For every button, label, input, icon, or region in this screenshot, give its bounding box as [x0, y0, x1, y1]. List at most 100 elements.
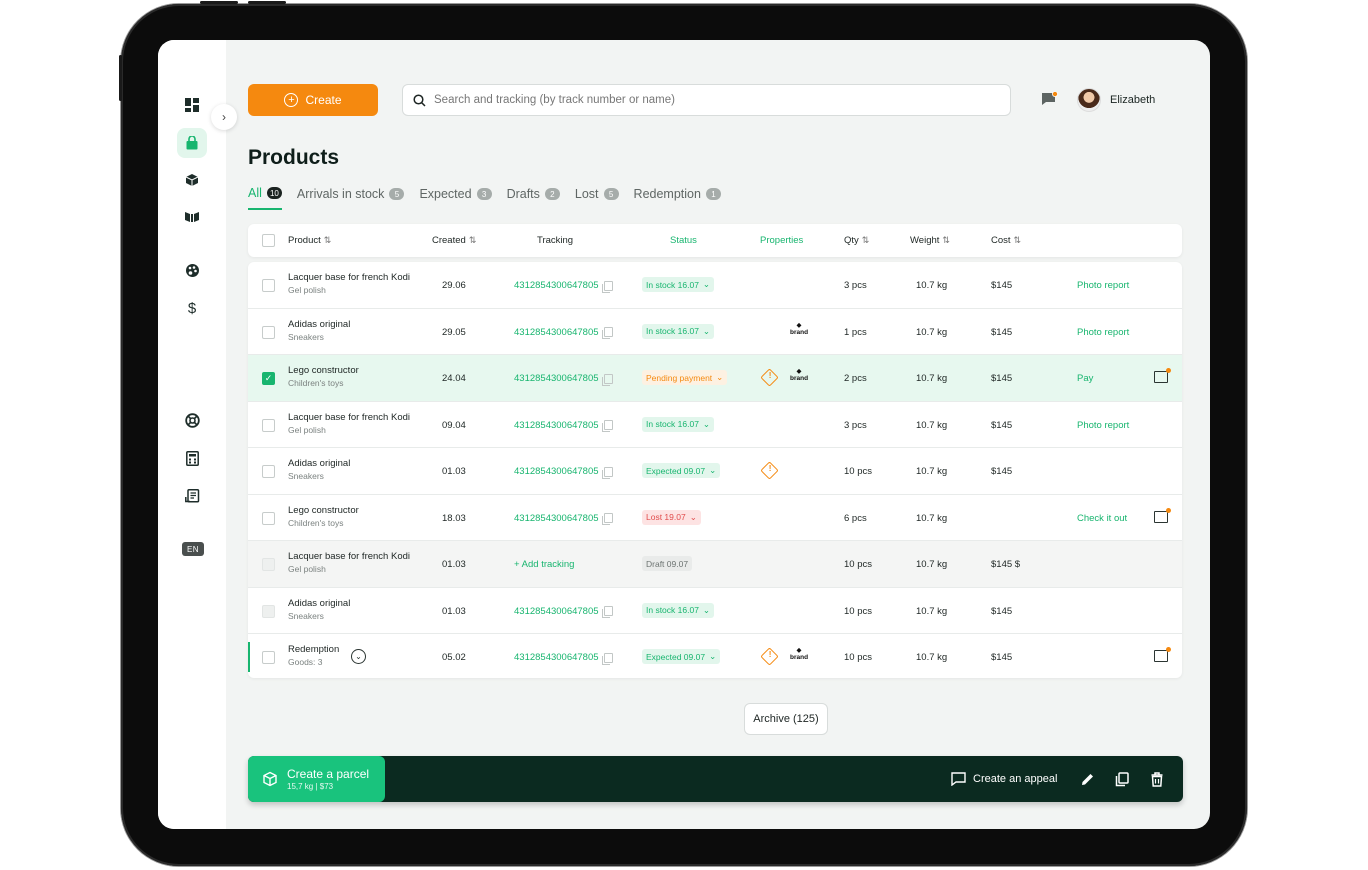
table-row[interactable]: Redemption Goods: 3 ⌄ 05.02 4312854300647…: [248, 634, 1182, 681]
avatar[interactable]: [1077, 88, 1101, 112]
select-all-checkbox[interactable]: [262, 234, 275, 247]
column-created[interactable]: Created ⇅: [432, 235, 476, 246]
row-checkbox[interactable]: [262, 325, 275, 339]
tracking-link[interactable]: 4312854300647805: [514, 280, 599, 291]
documents-icon[interactable]: [180, 484, 204, 508]
warning-icon[interactable]: !: [760, 368, 779, 387]
shopping-bag-icon[interactable]: [177, 128, 207, 158]
column-cost[interactable]: Cost ⇅: [991, 235, 1021, 246]
copy-icon[interactable]: [601, 420, 613, 432]
row-checkbox[interactable]: [262, 279, 275, 292]
tab-drafts[interactable]: Drafts 2: [507, 186, 560, 210]
status-badge[interactable]: Pending payment ⌄: [642, 370, 728, 385]
product-name[interactable]: Lacquer base for french Kodi Gel polish: [288, 272, 410, 296]
column-properties[interactable]: Properties: [760, 235, 803, 246]
row-checkbox[interactable]: ✓: [262, 372, 275, 385]
status-badge[interactable]: In stock 16.07 ⌄: [642, 323, 715, 339]
row-action-link[interactable]: Check it out: [1077, 513, 1127, 524]
status-badge[interactable]: Expected 09.07 ⌄: [642, 463, 721, 478]
dollar-icon[interactable]: $: [180, 296, 204, 320]
product-name[interactable]: Lacquer base for french Kodi Gel polish: [288, 412, 410, 436]
create-appeal-button[interactable]: Create an appeal: [951, 756, 1057, 802]
column-qty[interactable]: Qty ⇅: [844, 235, 869, 246]
dashboard-icon[interactable]: [180, 93, 204, 117]
chat-icon[interactable]: [1154, 647, 1171, 662]
tab-all[interactable]: All 10: [248, 186, 282, 210]
tracking-link[interactable]: 4312854300647805: [514, 652, 599, 663]
table-row[interactable]: Lacquer base for french Kodi Gel polish 2…: [248, 262, 1182, 309]
row-action-link[interactable]: Photo report: [1077, 327, 1129, 338]
column-status[interactable]: Status: [670, 235, 697, 246]
tracking-link[interactable]: 4312854300647805: [514, 327, 599, 338]
tab-expected[interactable]: Expected 3: [419, 186, 492, 210]
table-row[interactable]: Lacquer base for french Kodi Gel polish 0…: [248, 402, 1182, 448]
table-row[interactable]: Adidas original Sneakers 29.05 4312854300…: [248, 309, 1182, 355]
row-action-link[interactable]: Photo report: [1077, 280, 1129, 291]
add-tracking-label[interactable]: + Add tracking: [514, 559, 574, 570]
chat-icon[interactable]: [1154, 507, 1171, 523]
archive-button[interactable]: Archive (125): [744, 703, 828, 735]
tracking-number[interactable]: 4312854300647805: [514, 280, 613, 293]
column-product[interactable]: Product ⇅: [288, 235, 331, 246]
tracking-link[interactable]: 4312854300647805: [514, 606, 599, 617]
row-checkbox[interactable]: [262, 418, 275, 432]
search-input[interactable]: [434, 94, 994, 106]
table-row[interactable]: Lego constructor Children's toys 18.03 43…: [248, 495, 1182, 541]
calculator-icon[interactable]: [180, 446, 204, 470]
warning-icon[interactable]: !: [760, 461, 779, 480]
table-row[interactable]: Lacquer base for french Kodi Gel polish 0…: [248, 541, 1182, 588]
tab-arrivals-in-stock[interactable]: Arrivals in stock 5: [297, 186, 405, 210]
trash-icon[interactable]: [1151, 756, 1163, 802]
table-row[interactable]: ✓ Lego constructor Children's toys 24.04 …: [248, 355, 1182, 402]
tracking-number[interactable]: 4312854300647805: [514, 420, 613, 432]
copy-icon[interactable]: [601, 373, 613, 386]
box-icon[interactable]: [180, 168, 204, 192]
product-name[interactable]: Adidas original Sneakers: [288, 598, 350, 622]
row-action-link[interactable]: Photo report: [1077, 420, 1129, 431]
product-name[interactable]: Adidas original Sneakers: [288, 319, 350, 343]
product-name[interactable]: Lego constructor Children's toys: [288, 505, 359, 529]
parcels-icon[interactable]: [180, 205, 204, 229]
search-bar[interactable]: [402, 84, 1011, 116]
copy-icon[interactable]: [601, 466, 613, 479]
product-name[interactable]: Adidas original Sneakers: [288, 458, 350, 482]
status-badge[interactable]: Expected 09.07 ⌄: [642, 649, 721, 664]
row-checkbox[interactable]: [262, 465, 275, 478]
product-name[interactable]: Lacquer base for french Kodi Gel polish: [288, 551, 410, 575]
tab-lost[interactable]: Lost 5: [575, 186, 619, 210]
tracking-number[interactable]: 4312854300647805: [514, 466, 613, 479]
create-button[interactable]: + Create: [248, 84, 378, 116]
status-badge[interactable]: In stock 16.07 ⌄: [642, 602, 715, 618]
table-row[interactable]: Adidas original Sneakers 01.03 4312854300…: [248, 588, 1182, 634]
tab-redemption[interactable]: Redemption 1: [634, 186, 721, 210]
product-name[interactable]: Redemption Goods: 3: [288, 644, 339, 668]
row-action-link[interactable]: Pay: [1077, 373, 1093, 384]
copy-icon[interactable]: [601, 280, 613, 293]
copy-icon[interactable]: [1115, 756, 1129, 802]
chat-icon[interactable]: [1154, 368, 1171, 383]
tracking-number[interactable]: 4312854300647805: [514, 513, 613, 525]
tracking-link[interactable]: 4312854300647805: [514, 513, 599, 524]
row-checkbox[interactable]: [262, 651, 275, 664]
copy-icon[interactable]: [601, 513, 613, 525]
tracking-number[interactable]: 4312854300647805: [514, 327, 613, 339]
tracking-number[interactable]: 4312854300647805: [514, 606, 613, 618]
copy-icon[interactable]: [601, 652, 613, 665]
user-name[interactable]: Elizabeth: [1110, 94, 1155, 106]
tracking-link[interactable]: 4312854300647805: [514, 466, 599, 477]
add-tracking-link[interactable]: + Add tracking: [514, 559, 574, 570]
palette-icon[interactable]: [180, 258, 204, 282]
product-name[interactable]: Lego constructor Children's toys: [288, 365, 359, 389]
column-weight[interactable]: Weight ⇅: [910, 235, 950, 246]
tracking-link[interactable]: 4312854300647805: [514, 373, 599, 384]
table-row[interactable]: Adidas original Sneakers 01.03 4312854300…: [248, 448, 1182, 495]
language-switch[interactable]: EN: [182, 542, 204, 556]
status-badge[interactable]: Lost 19.07 ⌄: [642, 509, 701, 525]
row-checkbox[interactable]: [262, 511, 275, 525]
expand-chevron-icon[interactable]: ⌄: [351, 649, 366, 664]
copy-icon[interactable]: [601, 327, 613, 339]
tracking-number[interactable]: 4312854300647805: [514, 652, 613, 665]
copy-icon[interactable]: [601, 606, 613, 618]
tracking-link[interactable]: 4312854300647805: [514, 420, 599, 431]
warning-icon[interactable]: !: [760, 647, 779, 666]
